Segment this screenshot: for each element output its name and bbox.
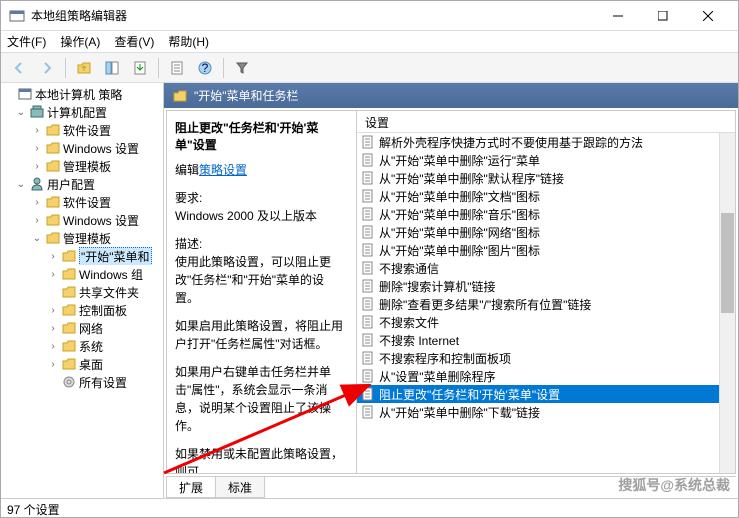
- title-bar: 本地组策略编辑器: [1, 1, 738, 31]
- list-item[interactable]: 从"开始"菜单中删除"网络"图标: [357, 223, 735, 241]
- list-item[interactable]: 解析外壳程序快捷方式时不要使用基于跟踪的方法: [357, 133, 735, 151]
- list-item[interactable]: 从"开始"菜单中删除"图片"图标: [357, 241, 735, 259]
- list-item[interactable]: 从"开始"菜单中删除"默认程序"链接: [357, 169, 735, 187]
- vertical-scrollbar[interactable]: [719, 133, 735, 473]
- settings-list[interactable]: 设置 解析外壳程序快捷方式时不要使用基于跟踪的方法从"开始"菜单中删除"运行"菜…: [357, 111, 735, 473]
- app-icon: [9, 8, 25, 24]
- tree-u-shared[interactable]: 共享文件夹: [79, 284, 139, 301]
- list-item[interactable]: 不搜索程序和控制面板项: [357, 349, 735, 367]
- tree-user[interactable]: 用户配置: [47, 176, 95, 193]
- tree-u-ctrl[interactable]: 控制面板: [79, 302, 127, 319]
- show-tree-button[interactable]: [100, 56, 124, 80]
- category-title: "开始"菜单和任务栏: [194, 87, 299, 104]
- list-item[interactable]: 不搜索通信: [357, 259, 735, 277]
- description-panel: 阻止更改"任务栏和'开始'菜单"设置 编辑策略设置 要求:Windows 200…: [167, 111, 357, 473]
- list-item[interactable]: 删除"搜索计算机"链接: [357, 277, 735, 295]
- list-item[interactable]: 从"开始"菜单中删除"文档"图标: [357, 187, 735, 205]
- tree-computer[interactable]: 计算机配置: [47, 104, 107, 121]
- status-bar: 97 个设置: [1, 498, 738, 518]
- category-header: "开始"菜单和任务栏: [164, 83, 738, 108]
- menu-help[interactable]: 帮助(H): [168, 33, 209, 50]
- tree-c-win[interactable]: Windows 设置: [63, 140, 139, 157]
- tree-u-net[interactable]: 网络: [79, 320, 103, 337]
- tree-u-start[interactable]: "开始"菜单和: [79, 247, 152, 265]
- tree-u-admin[interactable]: 管理模板: [63, 230, 111, 247]
- list-item[interactable]: 不搜索 Internet: [357, 331, 735, 349]
- tree-u-all[interactable]: 所有设置: [79, 374, 127, 391]
- column-header-setting[interactable]: 设置: [357, 111, 735, 133]
- edit-policy-link[interactable]: 策略设置: [199, 163, 247, 177]
- maximize-button[interactable]: [640, 2, 685, 30]
- svg-text:?: ?: [202, 61, 209, 75]
- menu-action[interactable]: 操作(A): [60, 33, 100, 50]
- filter-button[interactable]: [230, 56, 254, 80]
- forward-button[interactable]: [35, 56, 59, 80]
- watermark: 搜狐号@系统总裁: [618, 475, 730, 495]
- tab-extended[interactable]: 扩展: [166, 477, 216, 498]
- close-button[interactable]: [685, 2, 730, 30]
- menu-view[interactable]: 查看(V): [114, 33, 154, 50]
- list-item[interactable]: 从"设置"菜单删除程序: [357, 367, 735, 385]
- help-button[interactable]: ?: [193, 56, 217, 80]
- tree-u-sys[interactable]: 系统: [79, 338, 103, 355]
- nav-tree[interactable]: 本地计算机 策略 ⌄计算机配置 ›软件设置 ›Windows 设置 ›管理模板 …: [1, 83, 164, 498]
- list-item[interactable]: 阻止更改"任务栏和'开始'菜单"设置: [357, 385, 735, 403]
- tree-root[interactable]: 本地计算机 策略: [35, 86, 122, 103]
- tree-u-win[interactable]: Windows 设置: [63, 212, 139, 229]
- list-item[interactable]: 不搜索文件: [357, 313, 735, 331]
- tree-u-soft[interactable]: 软件设置: [63, 194, 111, 211]
- menu-bar: 文件(F) 操作(A) 查看(V) 帮助(H): [1, 31, 738, 53]
- minimize-button[interactable]: [595, 2, 640, 30]
- tab-standard[interactable]: 标准: [215, 477, 265, 498]
- export-button[interactable]: [128, 56, 152, 80]
- list-item[interactable]: 从"开始"菜单中删除"音乐"图标: [357, 205, 735, 223]
- tree-u-desk[interactable]: 桌面: [79, 356, 103, 373]
- list-item[interactable]: 从"开始"菜单中删除"运行"菜单: [357, 151, 735, 169]
- tree-u-wincomp[interactable]: Windows 组: [79, 266, 143, 283]
- tree-c-soft[interactable]: 软件设置: [63, 122, 111, 139]
- back-button[interactable]: [7, 56, 31, 80]
- refresh-button[interactable]: [165, 56, 189, 80]
- toolbar: ?: [1, 53, 738, 83]
- setting-title: 阻止更改"任务栏和'开始'菜单"设置: [175, 119, 348, 153]
- window-title: 本地组策略编辑器: [31, 7, 595, 24]
- list-item[interactable]: 从"开始"菜单中删除"下载"链接: [357, 403, 735, 421]
- folder-icon: [172, 88, 188, 104]
- scrollbar-thumb[interactable]: [721, 213, 734, 313]
- tree-c-admin[interactable]: 管理模板: [63, 158, 111, 175]
- list-item[interactable]: 删除"查看更多结果"/"搜索所有位置"链接: [357, 295, 735, 313]
- up-button[interactable]: [72, 56, 96, 80]
- menu-file[interactable]: 文件(F): [7, 33, 46, 50]
